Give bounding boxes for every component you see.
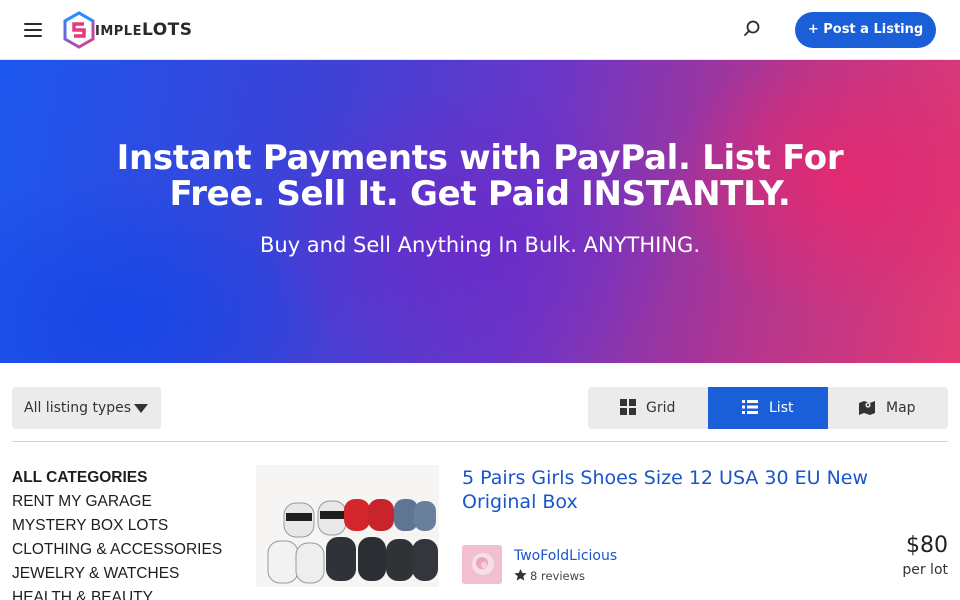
site-logo[interactable]: IMPLELOTS	[62, 11, 212, 49]
category-all[interactable]: ALL CATEGORIES	[12, 466, 242, 490]
listing-type-value: All listing types	[24, 400, 132, 416]
price-unit: per lot	[902, 562, 948, 578]
logo-text-accent: LOTS	[141, 20, 193, 40]
top-navigation-bar: IMPLELOTS + Post a Listing	[0, 0, 960, 60]
hero-subtitle: Buy and Sell Anything In Bulk. ANYTHING.	[259, 233, 700, 257]
grid-icon	[620, 399, 636, 415]
category-jewelry-watches[interactable]: JEWELRY & WATCHES	[12, 562, 242, 586]
caret-down-icon	[134, 404, 148, 413]
view-list-label: List	[769, 400, 794, 416]
category-clothing-accessories[interactable]: CLOTHING & ACCESSORIES	[12, 538, 242, 562]
avatar-image	[462, 545, 502, 584]
map-icon	[859, 401, 875, 415]
category-mystery-box-lots[interactable]: MYSTERY BOX LOTS	[12, 514, 242, 538]
listing-thumbnail[interactable]	[256, 465, 439, 587]
list-icon	[742, 400, 758, 414]
section-divider	[12, 441, 948, 442]
logo-mark-icon	[63, 11, 95, 49]
hero-banner: Instant Payments with PayPal. List For F…	[0, 60, 960, 363]
view-map-button[interactable]: Map	[828, 387, 948, 429]
post-listing-button[interactable]: + Post a Listing	[795, 12, 936, 48]
reviews-count: 8 reviews	[530, 569, 585, 583]
category-list: ALL CATEGORIES RENT MY GARAGE MYSTERY BO…	[12, 466, 242, 600]
listing-type-select[interactable]: All listing types	[12, 387, 161, 429]
listing-price: $80	[906, 533, 948, 558]
category-health-beauty[interactable]: HEALTH & BEAUTY	[12, 586, 242, 600]
menu-icon[interactable]	[22, 20, 44, 40]
shoes-image	[256, 465, 439, 587]
listing-title-link[interactable]: 5 Pairs Girls Shoes Size 12 USA 30 EU Ne…	[462, 466, 912, 514]
logo-text-main: IMPLE	[95, 24, 142, 39]
star-icon	[514, 569, 527, 581]
view-grid-button[interactable]: Grid	[588, 387, 708, 429]
view-map-label: Map	[886, 400, 916, 416]
seller-reviews: 8 reviews	[514, 568, 585, 584]
seller-avatar[interactable]	[462, 545, 502, 584]
view-grid-label: Grid	[646, 400, 676, 416]
category-rent-my-garage[interactable]: RENT MY GARAGE	[12, 490, 242, 514]
view-mode-toggle: Grid List Map	[588, 387, 948, 429]
hero-title: Instant Payments with PayPal. List For F…	[116, 138, 844, 214]
view-list-button[interactable]: List	[708, 387, 828, 429]
seller-name-link[interactable]: TwoFoldLicious	[514, 547, 617, 565]
search-icon[interactable]	[742, 19, 762, 39]
